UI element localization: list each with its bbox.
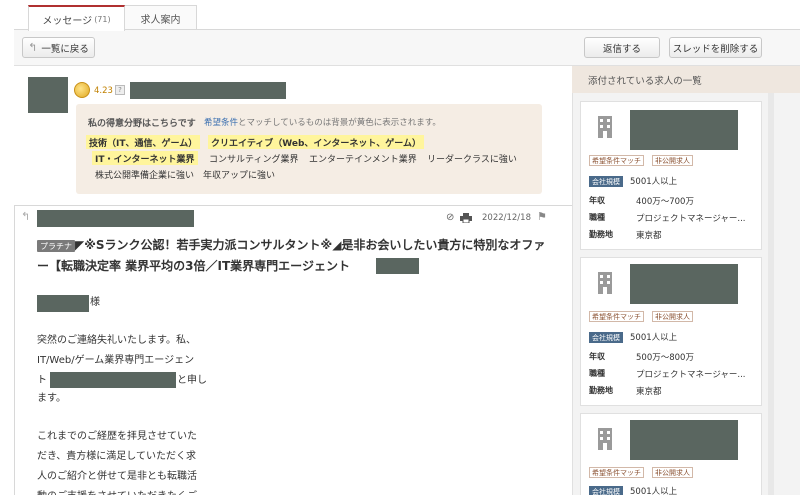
back-arrow-icon: ↰ [28, 41, 38, 54]
role-label: 職種 [589, 213, 605, 222]
match-chip: 希望条件マッチ [589, 467, 644, 478]
agent-name-redacted [50, 372, 176, 388]
specialty-title: 私の得意分野はこちらです [88, 119, 196, 129]
subject-redacted [376, 258, 419, 274]
tab-job-guide-label: 求人案内 [140, 14, 181, 26]
body-line: ます。 [37, 393, 66, 404]
body-line: IT/Web/ゲーム業界専門エージェン [37, 355, 195, 366]
specialty-tag: IT・インターネット業界 [92, 151, 198, 165]
specialty-tag: エンターテインメント業界 [309, 154, 417, 165]
role-value: プロジェクトマネージャー... [636, 370, 746, 380]
body-line: 人のご紹介と併せて是非とも転職活 [37, 471, 197, 482]
location-label: 勤務地 [589, 386, 613, 395]
body-line: 動のご支援をさせていただきたくご [37, 487, 197, 495]
company-size-value: 5001人以上 [630, 487, 678, 495]
specialty-tag: コンサルティング業界 [209, 154, 299, 165]
location-label: 勤務地 [589, 230, 613, 239]
salutation: 様 [90, 297, 100, 308]
specialty-note: 希望条件とマッチしているものは背景が黄色に表示されます。 [204, 116, 441, 128]
body-line: だき、貴方様に満足していただく求 [37, 451, 196, 462]
private-chip: 非公開求人 [652, 467, 693, 478]
attachment-icon: ⊘ [446, 212, 455, 223]
company-logo-redacted [630, 110, 738, 150]
back-to-list-button[interactable]: ↰ 一覧に戻る [22, 37, 95, 58]
tab-bar: メッセージ (71) 求人案内 [0, 0, 800, 31]
sender-name-redacted [130, 82, 286, 99]
location-value: 東京都 [636, 387, 662, 397]
company-size-chip: 会社規模 [589, 486, 623, 495]
body-line: これまでのご経歴を拝見させていた [37, 431, 197, 442]
delete-thread-button[interactable]: スレッドを削除する [669, 37, 762, 58]
sidebar-scrollbar[interactable] [768, 93, 774, 495]
print-icon[interactable] [460, 213, 472, 223]
match-chip: 希望条件マッチ [589, 311, 644, 322]
building-icon [598, 116, 612, 138]
body-line: と申し [177, 375, 207, 386]
message-date: 2022/12/18 [482, 213, 531, 223]
company-logo-redacted [630, 420, 738, 460]
sender-avatar [28, 77, 68, 113]
salary-value: 500万～800万 [636, 353, 694, 363]
back-to-list-label: 一覧に戻る [41, 43, 89, 55]
recipient-name-redacted [37, 295, 89, 312]
private-chip: 非公開求人 [652, 155, 693, 166]
platinum-badge: プラチナ [37, 240, 75, 252]
message-subject: ◤※Sランク公認！若手実力派コンサルタント※◢是非お会いしたい貴方に特別なオファ… [37, 235, 552, 277]
company-logo-redacted [630, 264, 738, 304]
specialty-tag: 技術（IT、通信、ゲーム） [86, 135, 201, 149]
company-size-value: 5001人以上 [630, 333, 678, 343]
message-page: メッセージ (71) 求人案内 ↰ 一覧に戻る 返信する スレッドを削除する 4… [0, 0, 800, 495]
message-sender-redacted [37, 210, 194, 227]
company-size-chip: 会社規模 [589, 176, 623, 187]
specialty-note-text: とマッチしているものは背景が黄色に表示されます。 [238, 118, 441, 128]
role-value: プロジェクトマネージャー... [636, 214, 746, 224]
specialty-tag: クリエイティブ（Web、インターネット、ゲーム） [208, 135, 424, 149]
salary-label: 年収 [589, 196, 605, 205]
salary-value: 400万～700万 [636, 197, 694, 207]
flag-icon[interactable]: ⚑ [537, 210, 547, 223]
specialty-tag: リーダークラスに強い [427, 154, 517, 165]
reply-label: 返信する [602, 43, 641, 55]
body-line: ト [37, 375, 47, 386]
sender-rating: 4.23 [94, 86, 113, 96]
specialty-tag: 株式公開準備企業に強い [95, 170, 195, 181]
role-label: 職種 [589, 369, 605, 378]
reply-arrow-icon[interactable]: ↰ [21, 210, 30, 223]
match-chip: 希望条件マッチ [589, 155, 644, 166]
tab-messages-label: メッセージ [42, 15, 93, 27]
specialty-tag: 年収アップに強い [203, 170, 276, 181]
private-chip: 非公開求人 [652, 311, 693, 322]
company-size-value: 5001人以上 [630, 177, 678, 187]
medal-icon [74, 82, 90, 98]
preferences-link[interactable]: 希望条件 [204, 118, 238, 128]
salary-label: 年収 [589, 352, 605, 361]
rating-help-icon[interactable]: ? [115, 85, 125, 95]
tab-messages-count: (71) [94, 14, 111, 24]
building-icon [598, 428, 612, 450]
reply-button[interactable]: 返信する [584, 37, 660, 58]
building-icon [598, 272, 612, 294]
location-value: 東京都 [636, 231, 662, 241]
company-size-chip: 会社規模 [589, 332, 623, 343]
body-line: 突然のご連絡失礼いたします。私、 [37, 335, 196, 346]
tab-job-guide[interactable]: 求人案内 [124, 5, 197, 30]
sidebar-title: 添付されている求人の一覧 [572, 66, 800, 93]
message-subject-text: ◤※Sランク公認！若手実力派コンサルタント※◢是非お会いしたい貴方に特別なオファ… [37, 238, 546, 273]
tab-messages[interactable]: メッセージ (71) [28, 5, 125, 31]
delete-thread-label: スレッドを削除する [672, 43, 759, 55]
